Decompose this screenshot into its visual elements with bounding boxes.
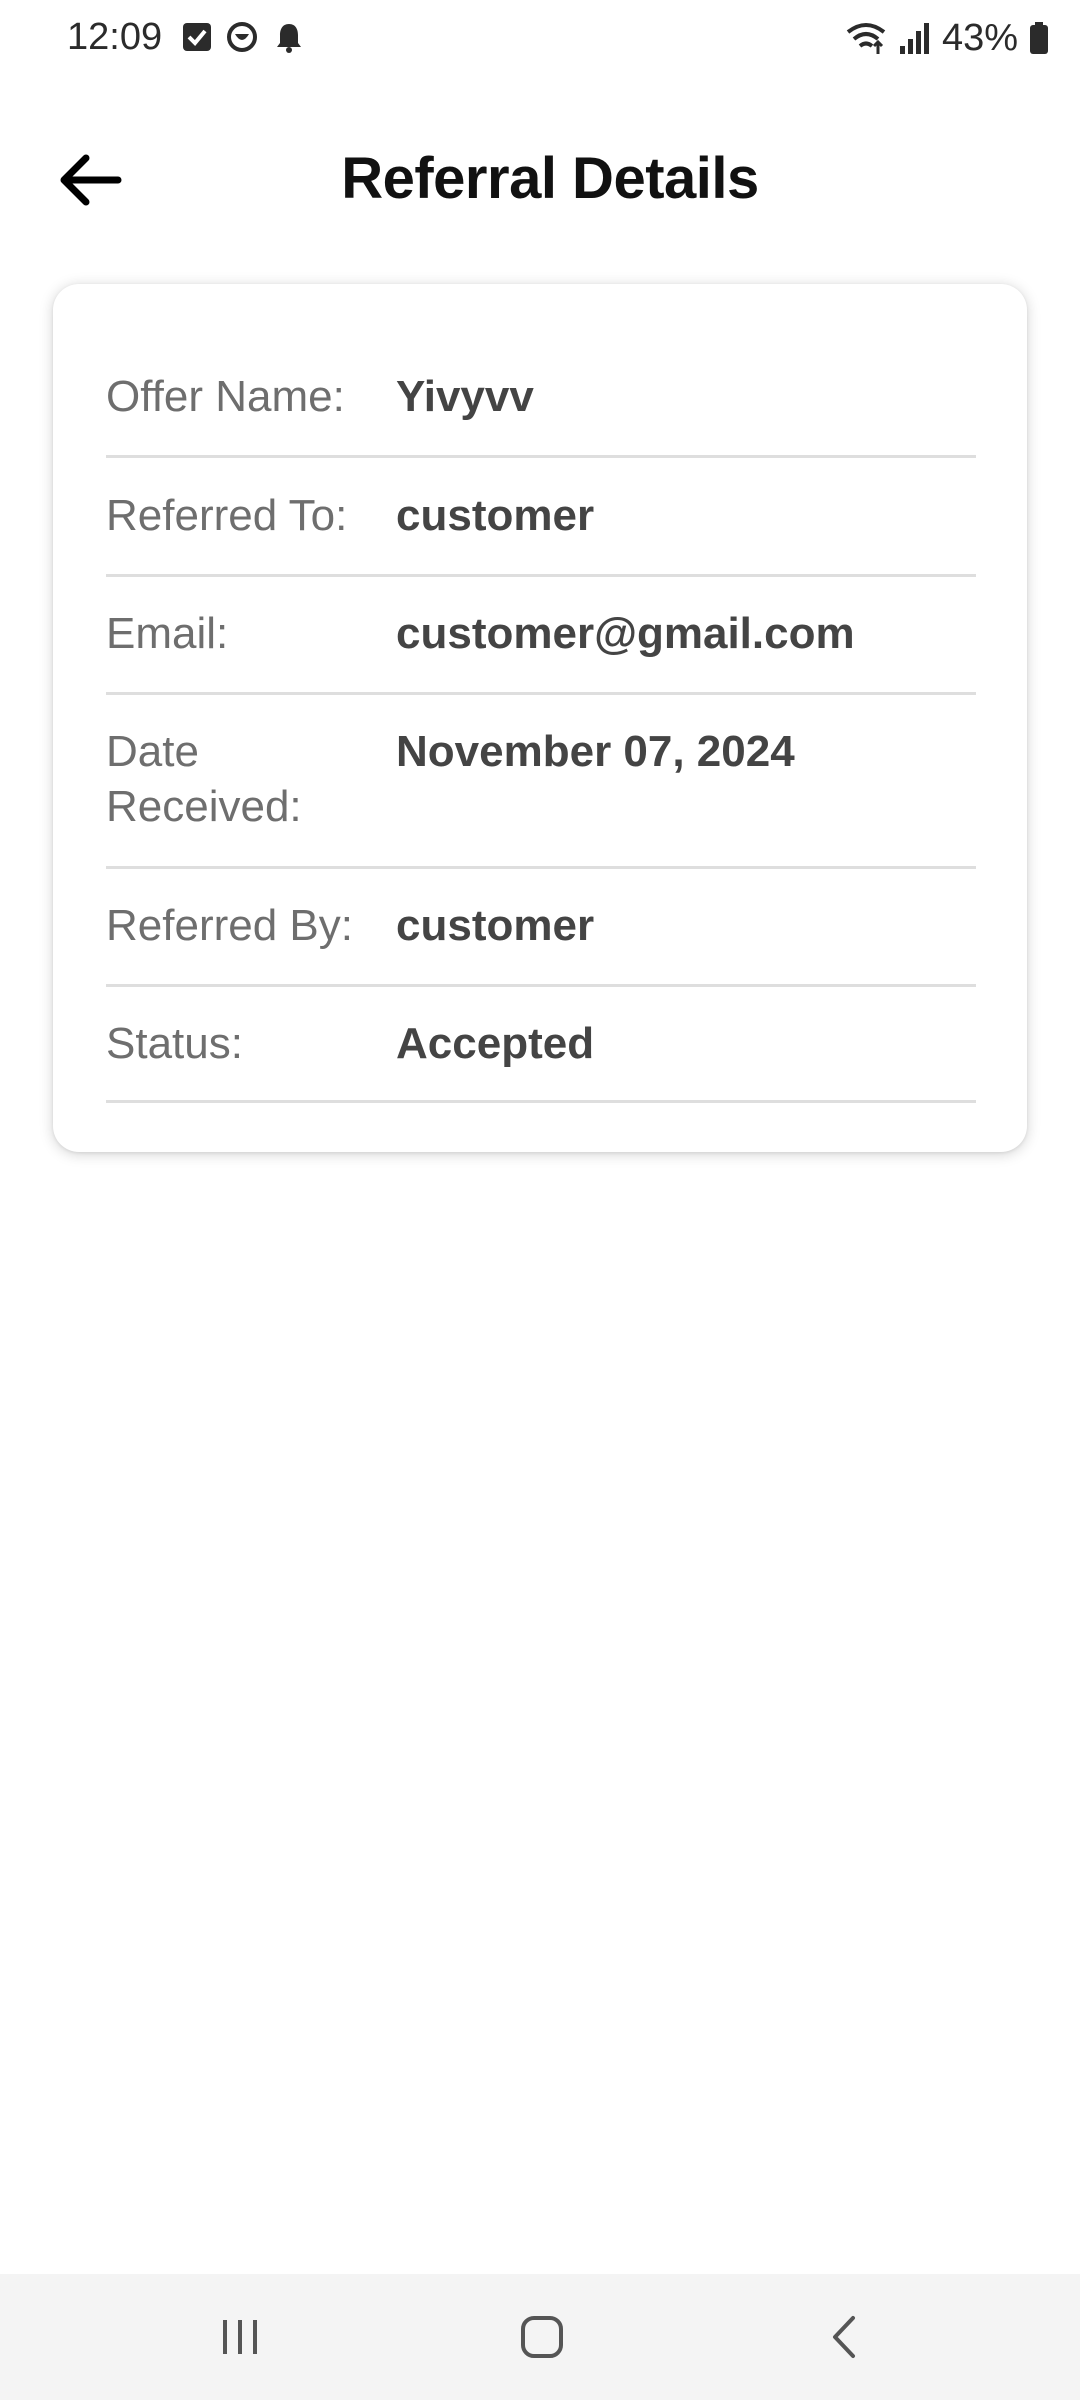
referred-by-label: Referred By: bbox=[106, 901, 353, 950]
status-label: Status: bbox=[106, 1019, 243, 1068]
page-title: Referral Details bbox=[341, 146, 759, 211]
referred-to-value: customer bbox=[396, 491, 595, 540]
date-received-value: November 07, 2024 bbox=[396, 727, 795, 776]
home-button[interactable] bbox=[482, 2292, 602, 2382]
checkbox-notification-icon bbox=[183, 23, 211, 51]
back-icon bbox=[833, 2316, 855, 2358]
status-right: 43% bbox=[844, 16, 1050, 60]
detail-row-date-received: Date Received: November 07, 2024 bbox=[106, 724, 976, 869]
wifi-icon bbox=[846, 23, 886, 54]
navigation-bar bbox=[0, 2274, 1080, 2400]
offer-name-label: Offer Name: bbox=[106, 372, 345, 421]
detail-row-referred-by: Referred By: customer bbox=[106, 898, 976, 987]
referral-details-card: Offer Name: Yivyvv Referred To: customer… bbox=[53, 284, 1027, 1152]
recent-apps-icon bbox=[223, 2320, 257, 2354]
recent-apps-button[interactable] bbox=[180, 2292, 300, 2382]
detail-row-status: Status: Accepted bbox=[106, 1016, 976, 1103]
status-bar: 12:09 43% bbox=[0, 0, 1080, 80]
date-received-label: Date Received: bbox=[106, 727, 302, 831]
home-icon bbox=[521, 2316, 563, 2358]
referred-to-label: Referred To: bbox=[106, 491, 348, 540]
detail-row-referred-to: Referred To: customer bbox=[106, 488, 976, 577]
email-value: customer@gmail.com bbox=[396, 609, 855, 658]
system-back-button[interactable] bbox=[786, 2292, 906, 2382]
signal-icon bbox=[899, 23, 929, 54]
email-label: Email: bbox=[106, 609, 229, 658]
status-time: 12:09 bbox=[67, 16, 163, 58]
battery-percentage: 43% bbox=[941, 16, 1018, 59]
smile-notification-icon bbox=[227, 22, 257, 52]
bell-icon bbox=[277, 24, 301, 53]
detail-row-email: Email: customer@gmail.com bbox=[106, 606, 976, 695]
status-value: Accepted bbox=[396, 1019, 595, 1068]
referred-by-value: customer bbox=[396, 901, 595, 950]
battery-icon bbox=[1030, 22, 1048, 54]
offer-name-value: Yivyvv bbox=[396, 372, 534, 421]
detail-row-offer-name: Offer Name: Yivyvv bbox=[106, 369, 976, 458]
